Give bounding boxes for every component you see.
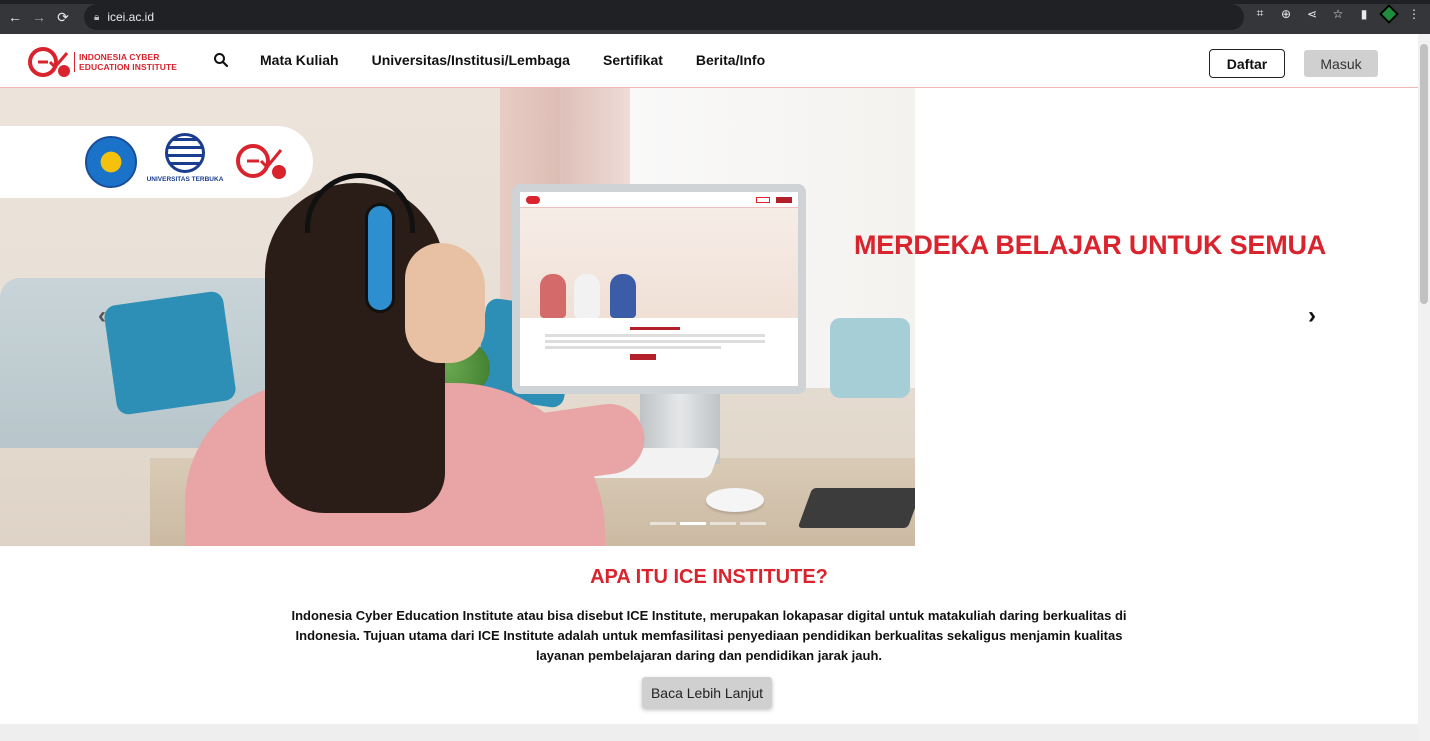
mini-button <box>776 196 792 203</box>
carousel-indicator[interactable] <box>650 522 676 525</box>
back-icon[interactable]: ← <box>4 6 26 28</box>
nav-mata-kuliah[interactable]: Mata Kuliah <box>260 52 339 68</box>
zoom-icon[interactable]: ⊕ <box>1278 7 1294 21</box>
universitas-terbuka-logo: UNIVERSITAS TERBUKA <box>146 133 224 191</box>
share-icon[interactable]: ⋖ <box>1304 7 1320 21</box>
logo-line-1: INDONESIA CYBER <box>79 52 160 62</box>
daftar-button[interactable]: Daftar <box>1209 49 1285 78</box>
forward-icon[interactable]: → <box>28 6 50 28</box>
about-title: APA ITU ICE INSTITUTE? <box>590 566 828 588</box>
menu-icon[interactable]: ⋮ <box>1406 7 1422 21</box>
browser-toolbar: ← → ⟳ 🔒︎ icei.ac.id ⌗ ⊕ ⋖ ☆ ▮ ⋮ <box>0 0 1430 34</box>
hero-notebook <box>797 488 915 528</box>
carousel-indicator[interactable] <box>710 522 736 525</box>
about-text: Indonesia Cyber Education Institute atau… <box>291 608 1127 663</box>
site-logo[interactable]: INDONESIA CYBER EDUCATION INSTITUTE <box>28 45 177 79</box>
logo-line-2: EDUCATION INSTITUTE <box>79 62 178 72</box>
logo-text: INDONESIA CYBER EDUCATION INSTITUTE <box>74 52 177 72</box>
next-section <box>0 724 1418 741</box>
tab-strip <box>0 0 1430 4</box>
nav-berita-info[interactable]: Berita/Info <box>696 52 765 68</box>
carousel-indicator[interactable] <box>740 522 766 525</box>
url-text: icei.ac.id <box>107 10 155 24</box>
ice-institute-logo <box>236 144 286 179</box>
person-face <box>405 243 485 363</box>
headphone-band <box>305 173 415 233</box>
masuk-button[interactable]: Masuk <box>1304 50 1378 77</box>
ice-logo-icon <box>28 47 70 77</box>
translate-icon[interactable]: ⌗ <box>1252 6 1268 21</box>
mini-text-line <box>630 327 680 330</box>
extension-icon[interactable] <box>1379 3 1399 24</box>
kemdikbud-logo <box>85 136 137 188</box>
main-nav: Mata Kuliah Universitas/Institusi/Lembag… <box>260 52 765 68</box>
nav-sertifikat[interactable]: Sertifikat <box>603 52 663 68</box>
lock-icon: 🔒︎ <box>94 11 100 23</box>
mini-red-button <box>630 354 656 360</box>
hero-carousel: UNIVERSITAS TERBUKA MERDEKA BELAJAR UNTU… <box>0 88 1418 546</box>
carousel-next-icon[interactable]: › <box>1300 302 1324 329</box>
hero-person <box>185 173 649 546</box>
read-more-button[interactable]: Baca Lebih Lanjut <box>642 677 772 708</box>
star-icon[interactable]: ☆ <box>1330 7 1346 21</box>
carousel-prev-icon[interactable]: ‹ <box>90 302 114 329</box>
headphone-icon <box>365 203 395 313</box>
carousel-indicators <box>650 522 766 525</box>
nav-universitas[interactable]: Universitas/Institusi/Lembaga <box>372 52 570 68</box>
search-icon[interactable] <box>213 52 229 68</box>
ut-label: UNIVERSITAS TERBUKA <box>146 176 224 183</box>
site-header: INDONESIA CYBER EDUCATION INSTITUTE Mata… <box>0 34 1418 88</box>
hero-headline: MERDEKA BELAJAR UNTUK SEMUA <box>854 230 1327 260</box>
address-bar[interactable]: 🔒︎ icei.ac.id <box>84 4 1244 30</box>
hero-pillow <box>830 318 910 398</box>
carousel-indicator[interactable] <box>680 522 706 525</box>
ut-globe-icon <box>165 133 205 173</box>
mini-button <box>756 196 770 203</box>
browser-tools: ⌗ ⊕ ⋖ ☆ ▮ ⋮ <box>1252 3 1422 24</box>
reload-icon[interactable]: ⟳ <box>52 6 74 28</box>
hero-mouse <box>706 488 764 512</box>
side-panel-icon[interactable]: ▮ <box>1356 7 1372 21</box>
scrollbar-thumb[interactable] <box>1420 44 1428 304</box>
page-scrollbar[interactable] <box>1418 34 1430 741</box>
